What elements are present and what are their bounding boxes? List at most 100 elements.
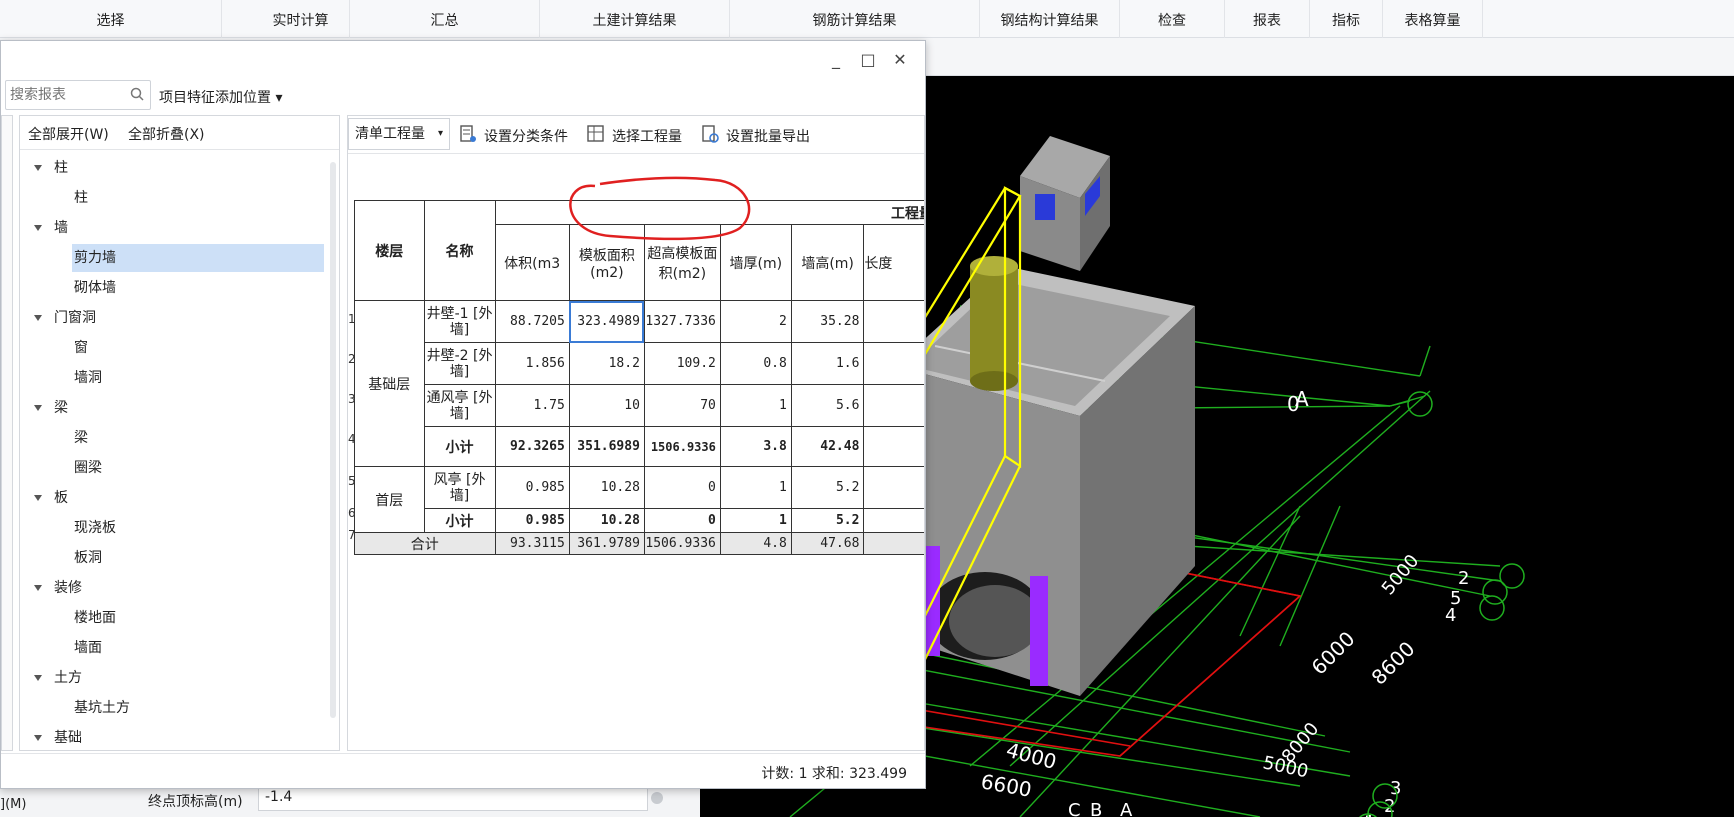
- caret-down-icon[interactable]: [34, 165, 42, 171]
- cell-high-formwork[interactable]: 0: [643, 508, 721, 533]
- expand-all-button[interactable]: 全部展开(W): [28, 124, 109, 144]
- cell-length[interactable]: [863, 384, 924, 427]
- tab-civil-results[interactable]: 土建计算结果: [540, 0, 730, 38]
- cell-formwork[interactable]: 10: [568, 384, 645, 427]
- cell-thickness[interactable]: 1: [719, 384, 792, 427]
- tree-node-foundation[interactable]: 基础: [24, 724, 324, 748]
- tab-rebar-results[interactable]: 钢筋计算结果: [730, 0, 980, 38]
- cell-formwork[interactable]: 351.6989: [568, 426, 645, 467]
- tree-node-column[interactable]: 柱: [24, 154, 324, 182]
- quantity-type-select[interactable]: 清单工程量 ▾: [348, 118, 450, 150]
- caret-down-icon[interactable]: [34, 675, 42, 681]
- collapse-all-button[interactable]: 全部折叠(X): [128, 124, 205, 144]
- tab-select[interactable]: 选择: [0, 0, 222, 38]
- table-row[interactable]: 井壁-2 [外墙] 1.856 18.2 109.2 0.8 1.6: [355, 342, 924, 385]
- caret-down-icon[interactable]: [34, 495, 42, 501]
- cell-volume[interactable]: 92.3265: [494, 426, 570, 467]
- cell-high-formwork[interactable]: 109.2: [643, 342, 721, 385]
- cell-high-formwork[interactable]: 0: [643, 466, 721, 509]
- cell-formwork-selected[interactable]: 323.4989: [568, 300, 645, 343]
- cell-height[interactable]: 5.2: [790, 508, 865, 533]
- tree-scrollbar[interactable]: [330, 162, 336, 718]
- tree-node-slab[interactable]: 板: [24, 484, 324, 512]
- cell-length[interactable]: [863, 466, 924, 509]
- cell-formwork[interactable]: 361.9789: [568, 532, 645, 555]
- cell-name[interactable]: 井壁-1 [外墙]: [423, 300, 496, 343]
- cell-name[interactable]: 小计: [423, 508, 496, 533]
- cell-length[interactable]: [863, 426, 924, 467]
- tree-node-beam[interactable]: 梁: [24, 394, 324, 422]
- cell-high-formwork[interactable]: 1327.7336: [643, 300, 721, 343]
- cell-length[interactable]: [863, 300, 924, 343]
- cell-volume[interactable]: 1.856: [494, 342, 570, 385]
- classify-condition-icon[interactable]: [458, 124, 478, 144]
- tree-node-earthwork[interactable]: 土方: [24, 664, 324, 692]
- table-row[interactable]: 基础层 井壁-1 [外墙] 88.7205 323.4989 1327.7336…: [354, 300, 924, 467]
- tab-table-qty[interactable]: 表格算量: [1383, 0, 1483, 38]
- tab-report[interactable]: 报表: [1225, 0, 1310, 38]
- cell-name[interactable]: 风亭 [外墙]: [423, 466, 496, 509]
- tab-steel-results[interactable]: 钢结构计算结果: [980, 0, 1120, 38]
- cell-height[interactable]: 1.6: [790, 342, 865, 385]
- table-row[interactable]: 首层 风亭 [外墙] 0.985 10.28 0 1 5.2: [354, 466, 924, 533]
- caret-down-icon[interactable]: [34, 585, 42, 591]
- cell-high-formwork[interactable]: 1506.9336: [643, 532, 721, 555]
- cell-name[interactable]: 小计: [423, 426, 496, 467]
- cell-volume[interactable]: 1.75: [494, 384, 570, 427]
- tab-index[interactable]: 指标: [1310, 0, 1383, 38]
- cell-high-formwork[interactable]: 70: [643, 384, 721, 427]
- cell-height[interactable]: 35.28: [790, 300, 865, 343]
- cell-volume[interactable]: 0.985: [494, 508, 570, 533]
- table-row-total[interactable]: 合计 93.3115 361.9789 1506.9336 4.8 47.68: [354, 532, 924, 555]
- cell-length[interactable]: [863, 342, 924, 385]
- dialog-titlebar[interactable]: _ □ ✕: [1, 41, 925, 77]
- tree-node-openings[interactable]: 门窗洞: [24, 304, 324, 332]
- caret-down-icon[interactable]: [34, 225, 42, 231]
- tab-check[interactable]: 检查: [1120, 0, 1225, 38]
- search-icon[interactable]: [130, 87, 144, 101]
- cell-height[interactable]: 47.68: [790, 532, 865, 555]
- tree-node-wall[interactable]: 墙: [24, 214, 324, 242]
- cell-thickness[interactable]: 2: [719, 300, 792, 343]
- table-row-subtotal[interactable]: 小计 92.3265 351.6989 1506.9336 3.8 42.48: [355, 426, 924, 467]
- cell-height[interactable]: 42.48: [790, 426, 865, 467]
- cell-formwork[interactable]: 10.28: [568, 508, 645, 533]
- report-search-box[interactable]: [5, 80, 151, 110]
- caret-down-icon[interactable]: [34, 315, 42, 321]
- property-state-dot[interactable]: [651, 792, 663, 804]
- cell-height[interactable]: 5.6: [790, 384, 865, 427]
- cell-thickness[interactable]: 4.8: [719, 532, 792, 555]
- caret-down-icon[interactable]: [34, 735, 42, 741]
- maximize-icon[interactable]: □: [859, 51, 877, 69]
- caret-down-icon[interactable]: [34, 405, 42, 411]
- feature-position-dropdown[interactable]: 项目特征添加位置 ▾: [159, 87, 282, 107]
- tree-leaf-shear-wall[interactable]: 剪力墙: [72, 244, 324, 272]
- cell-volume[interactable]: 0.985: [494, 466, 570, 509]
- set-classify-condition-button[interactable]: 设置分类条件: [484, 126, 568, 146]
- select-quantity-icon[interactable]: [586, 124, 606, 144]
- tree-node-decoration[interactable]: 装修: [24, 574, 324, 602]
- table-row[interactable]: 通风亭 [外墙] 1.75 10 70 1 5.6: [355, 384, 924, 427]
- minimize-icon[interactable]: _: [827, 51, 845, 69]
- cell-length[interactable]: [863, 508, 924, 533]
- table-row-subtotal[interactable]: 小计 0.985 10.28 0 1 5.2: [355, 508, 924, 533]
- cell-volume[interactable]: 88.7205: [494, 300, 570, 343]
- cell-volume[interactable]: 93.3115: [494, 532, 570, 555]
- cell-formwork[interactable]: 18.2: [568, 342, 645, 385]
- batch-export-icon[interactable]: [700, 124, 720, 144]
- tab-summary[interactable]: 汇总: [350, 0, 540, 38]
- cell-thickness[interactable]: 0.8: [719, 342, 792, 385]
- close-icon[interactable]: ✕: [891, 51, 909, 69]
- cell-high-formwork[interactable]: 1506.9336: [643, 426, 721, 467]
- cell-thickness[interactable]: 1: [719, 466, 792, 509]
- cell-thickness[interactable]: 3.8: [719, 426, 792, 467]
- cell-name[interactable]: 通风亭 [外墙]: [423, 384, 496, 427]
- set-batch-export-button[interactable]: 设置批量导出: [726, 126, 810, 146]
- cell-name[interactable]: 井壁-2 [外墙]: [423, 342, 496, 385]
- cell-total-label[interactable]: 合计: [354, 532, 496, 555]
- tab-realtime-calc[interactable]: 实时计算: [252, 0, 350, 38]
- report-search-input[interactable]: [8, 83, 126, 107]
- select-quantity-button[interactable]: 选择工程量: [612, 126, 682, 146]
- cell-height[interactable]: 5.2: [790, 466, 865, 509]
- cell-thickness[interactable]: 1: [719, 508, 792, 533]
